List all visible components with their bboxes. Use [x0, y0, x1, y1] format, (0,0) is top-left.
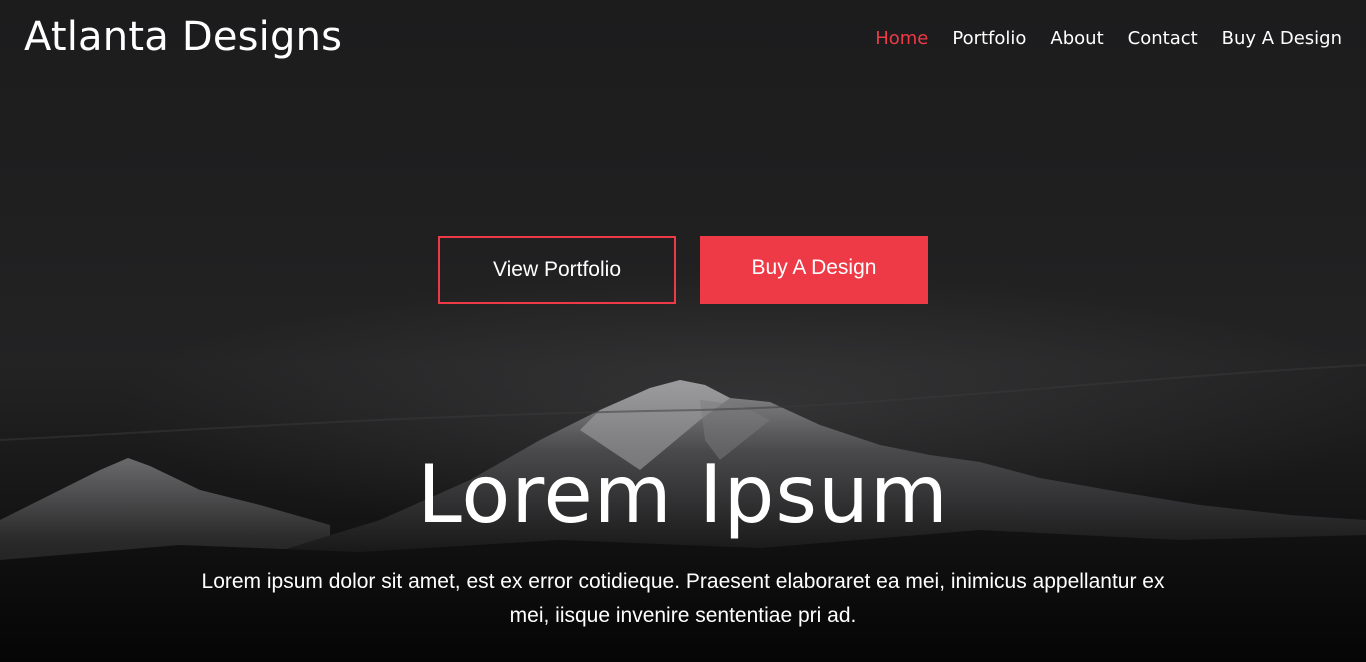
- hero-description: Lorem ipsum dolor sit amet, est ex error…: [201, 570, 1165, 627]
- nav-item-buy-a-design[interactable]: Buy A Design: [1222, 28, 1342, 49]
- nav-item-about[interactable]: About: [1050, 28, 1103, 49]
- hero-section: Atlanta Designs Home Portfolio About Con…: [0, 0, 1366, 662]
- mountain-background-image: [0, 364, 1366, 662]
- hero-title: Lorem Ipsum: [417, 448, 949, 541]
- view-portfolio-button[interactable]: View Portfolio: [438, 236, 676, 304]
- nav-item-portfolio[interactable]: Portfolio: [952, 28, 1026, 49]
- brand-logo-text[interactable]: Atlanta Designs: [24, 14, 342, 60]
- nav-item-contact[interactable]: Contact: [1128, 28, 1198, 49]
- nav-item-home[interactable]: Home: [875, 28, 928, 49]
- buy-a-design-button[interactable]: Buy A Design: [700, 236, 928, 304]
- main-nav: Home Portfolio About Contact Buy A Desig…: [875, 28, 1342, 49]
